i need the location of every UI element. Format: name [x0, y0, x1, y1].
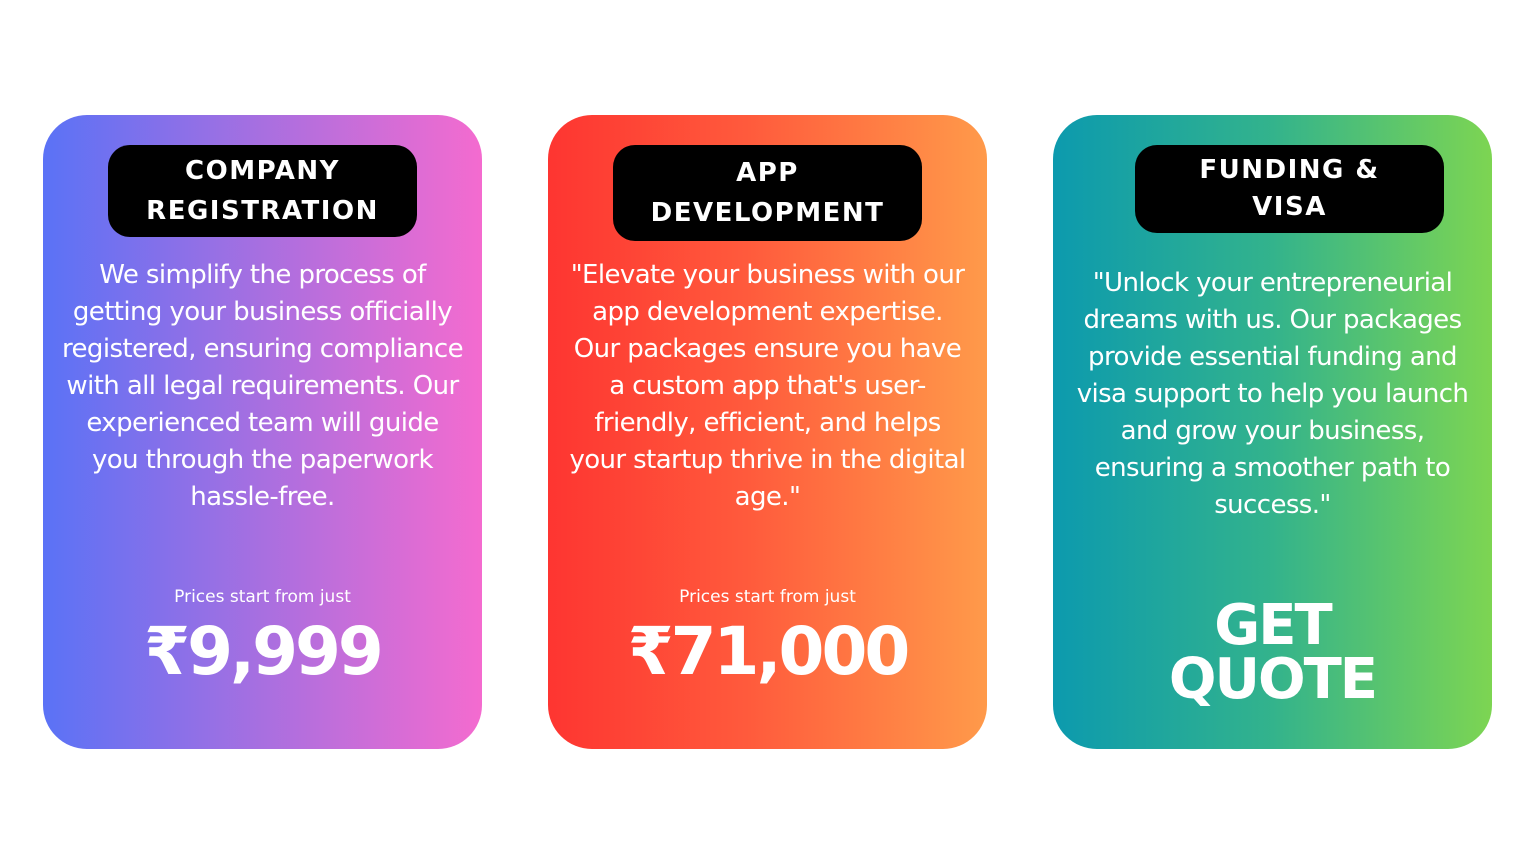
pricing-cards-section: COMPANY REGISTRATION We simplify the pro…	[0, 0, 1536, 864]
card-description: We simplify the process of getting your …	[62, 260, 464, 512]
price-value: ₹71,000	[627, 613, 911, 690]
price-label: Prices start from just	[679, 587, 856, 607]
card-title-badge: FUNDING & VISA	[1135, 145, 1444, 233]
card-title-badge: COMPANY REGISTRATION	[108, 145, 417, 237]
card-description: "Elevate your business with our app deve…	[569, 260, 966, 512]
price-label: Prices start from just	[174, 587, 351, 607]
company-registration-card[interactable]: COMPANY REGISTRATION We simplify the pro…	[43, 115, 482, 749]
card-title: FUNDING & VISA	[1199, 155, 1380, 222]
price-value: ₹9,999	[144, 613, 384, 690]
card-title: COMPANY REGISTRATION	[146, 156, 379, 226]
funding-visa-card[interactable]: FUNDING & VISA "Unlock your entrepreneur…	[1053, 115, 1492, 749]
card-title: APP DEVELOPMENT	[650, 158, 885, 228]
get-quote-button[interactable]: GET QUOTE	[1053, 598, 1492, 708]
card-description: "Unlock your entrepreneurial dreams with…	[1076, 268, 1469, 520]
app-development-card[interactable]: APP DEVELOPMENT "Elevate your business w…	[548, 115, 987, 749]
card-title-badge: APP DEVELOPMENT	[613, 145, 922, 241]
